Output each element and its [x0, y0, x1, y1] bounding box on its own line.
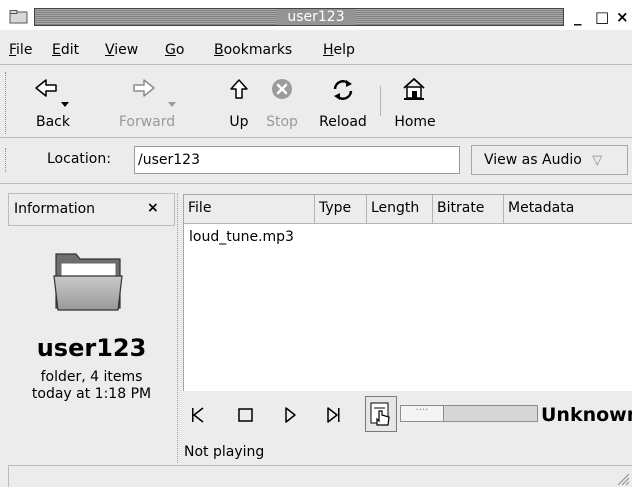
menu-go[interactable]: Go [165, 41, 184, 59]
next-icon [327, 407, 340, 423]
column-type[interactable]: Type [315, 195, 367, 224]
toolbar-bottom-border [0, 137, 632, 138]
pane-splitter[interactable] [177, 193, 179, 463]
window-title: user123 [0, 8, 632, 26]
forward-arrow-icon [133, 79, 176, 107]
view-as-label: View as Audio [484, 152, 582, 168]
reload-button[interactable]: Reload [313, 72, 373, 138]
reload-icon [333, 80, 353, 100]
stop-square-icon [238, 408, 253, 422]
seek-knob[interactable]: ···· [401, 406, 444, 421]
menu-edit[interactable]: Edit [52, 41, 79, 59]
menu-bar [0, 32, 632, 62]
menu-separator [0, 64, 632, 65]
menu-bookmarks[interactable]: Bookmarks [214, 41, 292, 59]
chevron-down-icon: ▽ [592, 153, 603, 168]
playback-status: Not playing [184, 444, 265, 460]
stop-button[interactable]: Stop [262, 72, 302, 138]
up-button[interactable]: Up [224, 72, 254, 138]
play-icon [285, 407, 296, 423]
side-pane-close-icon[interactable]: × [147, 200, 159, 216]
location-bar-handle[interactable] [5, 148, 9, 172]
status-bar [8, 465, 632, 487]
minimize-button[interactable]: _ [574, 8, 582, 26]
home-icon [403, 77, 425, 100]
stop-icon [272, 79, 292, 99]
toolbar-separator [380, 86, 381, 116]
resize-grip-icon[interactable] [614, 470, 630, 486]
stop-playback-button[interactable] [231, 398, 261, 431]
previous-icon [192, 407, 204, 423]
back-arrow-icon [35, 79, 69, 107]
back-button[interactable]: Back [24, 72, 82, 138]
file-row[interactable]: loud_tune.mp3 [189, 229, 294, 245]
file-name: loud_tune.mp3 [189, 229, 294, 245]
column-metadata[interactable]: Metadata [504, 195, 632, 224]
forward-button[interactable]: Forward [110, 72, 184, 138]
folder-item-count: folder, 4 items [40, 369, 143, 385]
hand-cursor-icon [370, 402, 390, 426]
column-bitrate[interactable]: Bitrate [433, 195, 504, 224]
location-label: Location: [47, 151, 111, 167]
column-file[interactable]: File [184, 195, 315, 224]
side-pane-title: Information [14, 201, 96, 217]
view-as-dropdown[interactable]: View as Audio ▽ [471, 145, 628, 175]
location-bar-bottom-border [0, 183, 632, 184]
location-input[interactable]: /user123 [134, 146, 460, 174]
close-button[interactable]: × [616, 8, 629, 26]
home-button[interactable]: Home [388, 72, 442, 138]
toolbar-handle[interactable] [5, 72, 9, 134]
folder-modified-date: today at 1:18 PM [31, 386, 152, 402]
column-length[interactable]: Length [367, 195, 433, 224]
playlist-button[interactable] [365, 396, 397, 432]
up-arrow-icon [230, 79, 248, 99]
next-track-button[interactable] [320, 398, 350, 431]
menu-help[interactable]: Help [323, 41, 355, 59]
menu-view[interactable]: View [105, 41, 138, 59]
play-button[interactable] [276, 398, 306, 431]
folder-name: user123 [36, 334, 147, 362]
previous-track-button[interactable] [183, 398, 213, 431]
maximize-button[interactable]: □ [595, 8, 609, 26]
folder-info: folder, 4 items today at 1:18 PM [8, 369, 175, 403]
track-title: Unknown [541, 404, 632, 426]
folder-icon [53, 253, 123, 311]
menu-file[interactable]: File [9, 41, 32, 59]
